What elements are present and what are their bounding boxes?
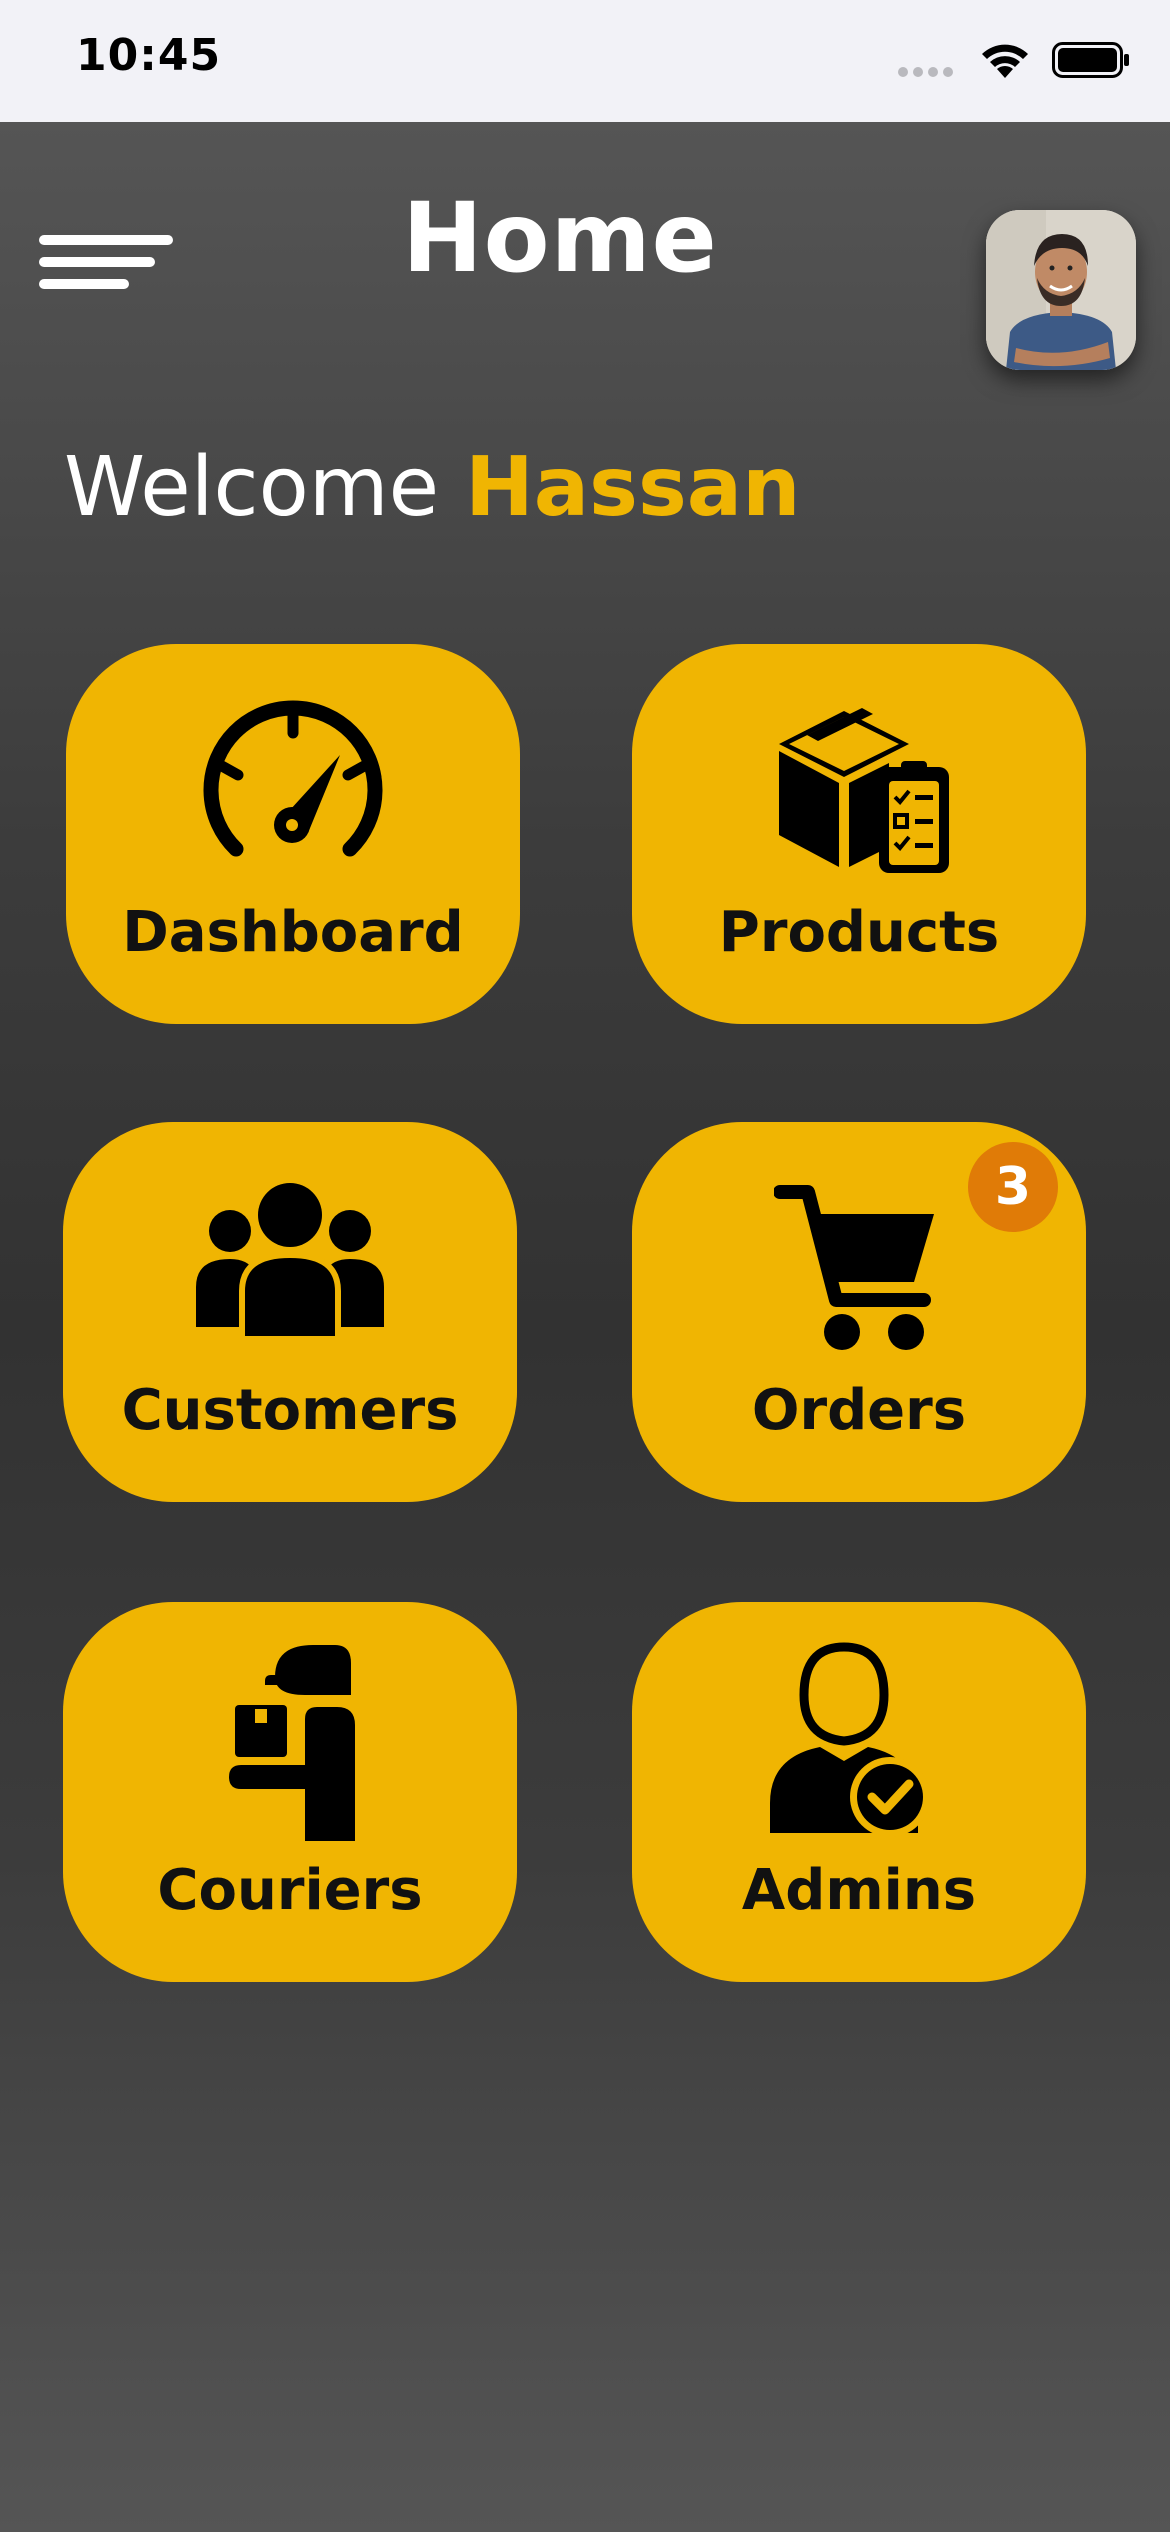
admins-tile[interactable]: Admins [632, 1602, 1086, 1982]
couriers-tile[interactable]: Couriers [63, 1602, 517, 1982]
welcome-prefix: Welcome [64, 440, 440, 535]
tile-label: Orders [751, 1378, 967, 1443]
wifi-icon [982, 44, 1028, 78]
page-title: Home [402, 182, 718, 294]
status-bar: 10:45 [0, 0, 1170, 122]
tile-label: Couriers [157, 1858, 423, 1923]
tile-label: Customers [121, 1378, 459, 1443]
admin-verified-icon [770, 1642, 930, 1837]
orders-badge: 3 [968, 1142, 1058, 1232]
tile-label: Products [718, 900, 1000, 965]
cellular-signal-icon [898, 67, 953, 77]
battery-icon [1052, 42, 1129, 78]
user-name: Hassan [465, 440, 801, 535]
status-icons [870, 38, 1130, 82]
welcome-message: Welcome Hassan [64, 440, 800, 535]
products-tile[interactable]: Products [632, 644, 1086, 1024]
user-avatar[interactable] [986, 210, 1136, 370]
tile-label: Dashboard [122, 900, 464, 965]
home-screen: Home Welcome Hassan Dashboard Products C… [0, 122, 1170, 2532]
status-time: 10:45 [76, 30, 222, 81]
customers-tile[interactable]: Customers [63, 1122, 517, 1502]
box-checklist-icon [779, 708, 949, 873]
shopping-cart-icon [774, 1185, 934, 1350]
speedometer-icon [203, 700, 383, 857]
people-group-icon [196, 1183, 384, 1342]
delivery-person-icon [229, 1645, 355, 1841]
tile-label: Admins [741, 1858, 977, 1923]
orders-tile[interactable]: 3 Orders [632, 1122, 1086, 1502]
dashboard-tile[interactable]: Dashboard [66, 644, 520, 1024]
